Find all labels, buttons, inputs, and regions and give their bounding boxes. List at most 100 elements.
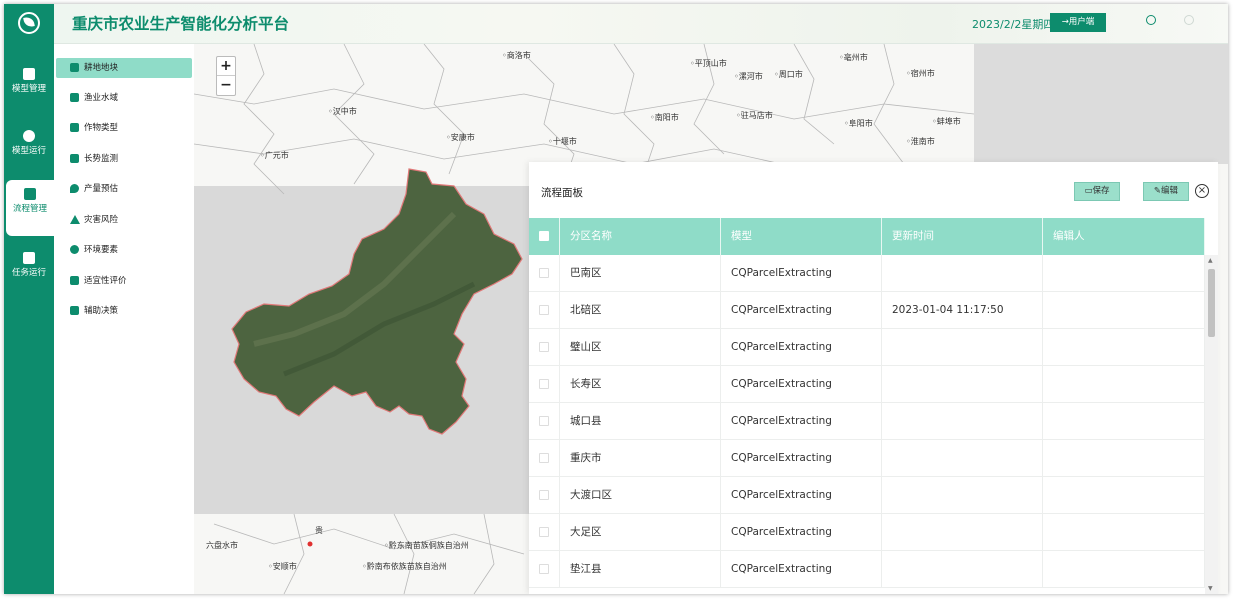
table-cell: CQParcelExtracting: [721, 292, 882, 329]
scroll-up-icon[interactable]: ▲: [1208, 257, 1213, 264]
sidebar-item-warning[interactable]: 灾害风险: [56, 210, 192, 230]
row-checkbox[interactable]: [539, 490, 549, 500]
save-icon: ▭: [1084, 186, 1093, 196]
power-icon[interactable]: [1184, 15, 1194, 25]
sidebar-item-label: 环境要素: [84, 245, 119, 255]
sidebar-item-monitor[interactable]: 长势监测: [56, 149, 192, 169]
row-checkbox[interactable]: [539, 453, 549, 463]
column-header[interactable]: 模型: [721, 218, 882, 255]
table-row[interactable]: 璧山区 CQParcelExtracting: [529, 329, 1205, 366]
table-cell: 重庆市: [560, 440, 721, 477]
left-rail: 模型管理 模型运行 流程管理 任务运行: [4, 4, 54, 594]
city-label: ◦南阳市: [650, 113, 679, 122]
row-select-cell: [529, 329, 560, 366]
fishery-icon: [70, 93, 79, 102]
decision-icon: [70, 306, 79, 315]
row-checkbox[interactable]: [539, 379, 549, 389]
rail-item-model-manage[interactable]: 模型管理: [4, 60, 54, 116]
user-portal-button[interactable]: →用户端: [1050, 13, 1106, 32]
sidebar-item-crop[interactable]: 作物类型: [56, 118, 192, 138]
table-cell: CQParcelExtracting: [721, 329, 882, 366]
column-header[interactable]: 更新时间: [882, 218, 1043, 255]
column-header[interactable]: 分区名称: [560, 218, 721, 255]
city-label: ◦平顶山市: [690, 59, 727, 68]
city-label: ◦阜阳市: [844, 119, 873, 128]
select-all-checkbox[interactable]: [539, 231, 549, 241]
column-header[interactable]: 编辑人: [1043, 218, 1205, 255]
rail-item-model-run[interactable]: 模型运行: [4, 122, 54, 178]
table-cell: [1043, 366, 1205, 403]
select-all-cell: [529, 218, 560, 255]
sidebar-item-label: 灾害风险: [84, 215, 119, 225]
table-row[interactable]: 长寿区 CQParcelExtracting: [529, 366, 1205, 403]
play-icon: [23, 130, 35, 142]
row-checkbox[interactable]: [539, 268, 549, 278]
zoom-in-button[interactable]: +: [217, 57, 235, 76]
row-checkbox[interactable]: [539, 416, 549, 426]
table-cell: [1043, 403, 1205, 440]
scroll-down-icon[interactable]: ▼: [1208, 585, 1213, 592]
sidebar-item-fishery[interactable]: 渔业水域: [56, 88, 192, 108]
save-label: 保存: [1092, 186, 1110, 196]
row-checkbox[interactable]: [539, 305, 549, 315]
table-cell: CQParcelExtracting: [721, 551, 882, 588]
table-cell: [882, 514, 1043, 551]
row-select-cell: [529, 366, 560, 403]
city-label: ◦蚌埠市: [932, 117, 961, 126]
table-cell: 大渡口区: [560, 477, 721, 514]
flow-panel: 流程面板 ▭保存 ✎编辑 × 分区名称 模型 更新时间 编辑人 巴南区 CQPar…: [529, 162, 1218, 594]
row-select-cell: [529, 292, 560, 329]
city-label: ◦淮南市: [906, 137, 935, 146]
city-label: ◦驻马店市: [736, 111, 773, 120]
sidebar-item-label: 产量预估: [84, 184, 119, 194]
row-checkbox[interactable]: [539, 564, 549, 574]
save-button[interactable]: ▭保存: [1074, 182, 1120, 201]
rail-item-label: 任务运行: [11, 268, 46, 278]
table-cell: CQParcelExtracting: [721, 514, 882, 551]
table-row[interactable]: 大渡口区 CQParcelExtracting: [529, 477, 1205, 514]
table-scrollbar[interactable]: ▲ ▼: [1205, 255, 1218, 594]
sidebar-item-label: 作物类型: [84, 123, 119, 133]
table-cell: [882, 366, 1043, 403]
sidebar-item-label: 适宜性评价: [84, 276, 127, 286]
table-row[interactable]: 大足区 CQParcelExtracting: [529, 514, 1205, 551]
row-select-cell: [529, 440, 560, 477]
edit-label: 编辑: [1161, 186, 1179, 196]
sidebar-item-decision[interactable]: 辅助决策: [56, 301, 192, 321]
rail-item-flow-manage[interactable]: 流程管理: [6, 180, 54, 236]
row-checkbox[interactable]: [539, 527, 549, 537]
sidebar-item-parcel[interactable]: 耕地地块: [56, 58, 192, 78]
sidebar-item-evaluation[interactable]: 适宜性评价: [56, 271, 192, 291]
evaluation-icon: [70, 276, 79, 285]
edit-button[interactable]: ✎编辑: [1143, 182, 1189, 201]
table-cell: 城口县: [560, 403, 721, 440]
sidebar-item-label: 耕地地块: [84, 63, 119, 73]
close-icon[interactable]: ×: [1195, 184, 1209, 198]
sidebar-item-label: 渔业水域: [84, 93, 119, 103]
table-cell: [1043, 255, 1205, 292]
table-cell: 璧山区: [560, 329, 721, 366]
sidebar-item-yield[interactable]: 产量预估: [56, 179, 192, 199]
user-circle-icon[interactable]: [1146, 15, 1156, 25]
zoom-out-button[interactable]: −: [217, 76, 235, 95]
scrollbar-thumb[interactable]: [1208, 269, 1215, 337]
city-label: ◦黔东南苗族侗族自治州: [384, 541, 469, 550]
table-row[interactable]: 重庆市 CQParcelExtracting: [529, 440, 1205, 477]
rail-item-label: 模型管理: [11, 84, 46, 94]
table-cell: 巴南区: [560, 255, 721, 292]
table-row[interactable]: 城口县 CQParcelExtracting: [529, 403, 1205, 440]
city-label: ◦商洛市: [502, 51, 531, 60]
table-row[interactable]: 巴南区 CQParcelExtracting: [529, 255, 1205, 292]
table-body: 巴南区 CQParcelExtracting 北碚区 CQParcelExtracti…: [529, 255, 1205, 594]
table-row[interactable]: 北碚区 CQParcelExtracting 2023-01-04 11:17:50: [529, 292, 1205, 329]
rail-item-task-run[interactable]: 任务运行: [4, 244, 54, 300]
row-checkbox[interactable]: [539, 342, 549, 352]
table-cell: 长寿区: [560, 366, 721, 403]
sidebar-item-label: 长势监测: [84, 154, 119, 164]
sidebar-item-environment[interactable]: 环境要素: [56, 240, 192, 260]
date-display: 2023/2/2星期四: [972, 18, 1055, 31]
sidebar-item-label: 辅助决策: [84, 306, 119, 316]
table-header: 分区名称 模型 更新时间 编辑人: [529, 218, 1205, 255]
zoom-control: + −: [216, 56, 236, 96]
table-row[interactable]: 垫江县 CQParcelExtracting: [529, 551, 1205, 588]
